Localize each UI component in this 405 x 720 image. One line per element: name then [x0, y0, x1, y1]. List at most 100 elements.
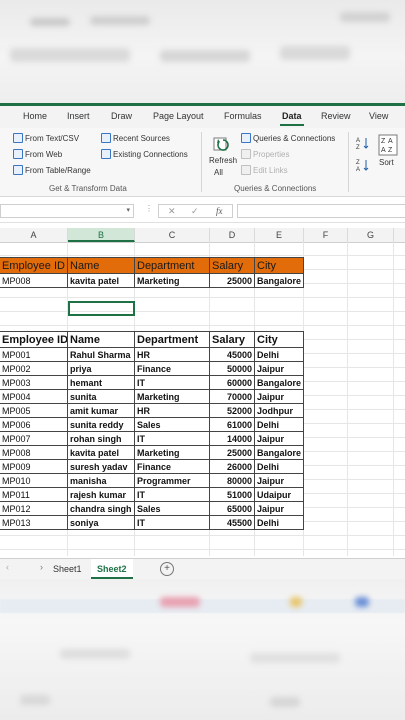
header-cell[interactable]: Salary	[210, 331, 255, 348]
tab-page-layout[interactable]: Page Layout	[153, 111, 204, 121]
cell-employee-id[interactable]: MP010	[0, 474, 68, 488]
cell-name[interactable]: Rahul Sharma	[68, 348, 135, 362]
edit-links-button[interactable]: Edit Links	[241, 165, 288, 175]
cell-city[interactable]: Delhi	[255, 418, 304, 432]
cell-department[interactable]: HR	[135, 404, 210, 418]
cell-employee-id[interactable]: MP013	[0, 516, 68, 530]
cell-name[interactable]: sunita reddy	[68, 418, 135, 432]
queries-connections-button[interactable]: Queries & Connections	[241, 133, 335, 143]
cancel-icon[interactable]: ✕	[168, 206, 176, 217]
sheet-tab-sheet1[interactable]: Sheet1	[47, 559, 88, 579]
column-header-f[interactable]: F	[304, 228, 348, 242]
cell-salary[interactable]: 45000	[210, 348, 255, 362]
cell-salary[interactable]: 25000	[210, 446, 255, 460]
cell-city[interactable]: Bangalore	[255, 274, 304, 288]
header-cell[interactable]: Employee ID	[0, 331, 68, 348]
tab-draw[interactable]: Draw	[111, 111, 132, 121]
cell-city[interactable]: Delhi	[255, 460, 304, 474]
tab-formulas[interactable]: Formulas	[224, 111, 262, 121]
header-cell[interactable]: Name	[68, 331, 135, 348]
cell-salary[interactable]: 51000	[210, 488, 255, 502]
tab-review[interactable]: Review	[321, 111, 351, 121]
column-header-d[interactable]: D	[210, 228, 255, 242]
cell-department[interactable]: Sales	[135, 502, 210, 516]
cell-name[interactable]: rajesh kumar	[68, 488, 135, 502]
header-cell[interactable]: City	[255, 257, 304, 274]
formula-input[interactable]	[237, 204, 405, 218]
cell-name[interactable]: amit kumar	[68, 404, 135, 418]
header-cell[interactable]: Department	[135, 331, 210, 348]
cell-department[interactable]: Marketing	[135, 446, 210, 460]
cell-employee-id[interactable]: MP004	[0, 390, 68, 404]
cell-department[interactable]: IT	[135, 376, 210, 390]
cell-name[interactable]: suresh yadav	[68, 460, 135, 474]
cell-salary[interactable]: 52000	[210, 404, 255, 418]
existing-connections-button[interactable]: Existing Connections	[101, 149, 188, 159]
cell-department[interactable]: Finance	[135, 460, 210, 474]
column-header-e[interactable]: E	[255, 228, 304, 242]
cell-department[interactable]: Sales	[135, 418, 210, 432]
cell-name[interactable]: kavita patel	[68, 446, 135, 460]
cell-salary[interactable]: 60000	[210, 376, 255, 390]
cell-employee-id[interactable]: MP008	[0, 274, 68, 288]
cell-name[interactable]: manisha	[68, 474, 135, 488]
sort-descending-icon[interactable]: Z A	[356, 158, 370, 172]
cell-city[interactable]: Jaipur	[255, 362, 304, 376]
cell-salary[interactable]: 14000	[210, 432, 255, 446]
sort-button[interactable]: Z A A Z Sort	[376, 132, 400, 172]
cell-city[interactable]: Delhi	[255, 348, 304, 362]
cell-city[interactable]: Jodhpur	[255, 404, 304, 418]
cell-department[interactable]: IT	[135, 432, 210, 446]
cell-name[interactable]: rohan singh	[68, 432, 135, 446]
add-sheet-icon[interactable]: +	[160, 562, 174, 576]
scroll-right-icon[interactable]: ›	[40, 562, 43, 572]
cell-employee-id[interactable]: MP003	[0, 376, 68, 390]
enter-icon[interactable]: ✓	[191, 206, 199, 217]
header-cell[interactable]: Department	[135, 257, 210, 274]
tab-home[interactable]: Home	[23, 111, 47, 121]
cell-city[interactable]: Udaipur	[255, 488, 304, 502]
worksheet-grid[interactable]: Employee ID Name Department Salary City …	[0, 242, 405, 556]
cell-department[interactable]: HR	[135, 348, 210, 362]
cell-department[interactable]: Marketing	[135, 274, 210, 288]
cell-department[interactable]: Marketing	[135, 390, 210, 404]
refresh-all-button[interactable]: Refresh All	[207, 132, 237, 180]
cell-name[interactable]: kavita patel	[68, 274, 135, 288]
cell-city[interactable]: Jaipur	[255, 474, 304, 488]
tab-insert[interactable]: Insert	[67, 111, 90, 121]
cell-employee-id[interactable]: MP008	[0, 446, 68, 460]
cell-employee-id[interactable]: MP011	[0, 488, 68, 502]
from-text-csv-button[interactable]: From Text/CSV	[13, 133, 79, 143]
column-header-a[interactable]: A	[0, 228, 68, 242]
cell-city[interactable]: Jaipur	[255, 390, 304, 404]
cell-employee-id[interactable]: MP005	[0, 404, 68, 418]
cell-employee-id[interactable]: MP012	[0, 502, 68, 516]
cell-employee-id[interactable]: MP007	[0, 432, 68, 446]
cell-name[interactable]: chandra singh	[68, 502, 135, 516]
tab-data[interactable]: Data	[280, 111, 303, 126]
sheet-tab-sheet2[interactable]: Sheet2	[91, 559, 133, 579]
tab-view[interactable]: View	[369, 111, 388, 121]
cell-employee-id[interactable]: MP009	[0, 460, 68, 474]
cell-department[interactable]: IT	[135, 488, 210, 502]
properties-button[interactable]: Properties	[241, 149, 289, 159]
cell-city[interactable]: Jaipur	[255, 502, 304, 516]
column-header-g[interactable]: G	[348, 228, 394, 242]
cell-salary[interactable]: 25000	[210, 274, 255, 288]
name-box[interactable]: ▾	[0, 204, 134, 218]
cell-employee-id[interactable]: MP002	[0, 362, 68, 376]
sort-ascending-icon[interactable]: A Z	[356, 136, 370, 150]
cell-salary[interactable]: 45500	[210, 516, 255, 530]
cell-city[interactable]: Bangalore	[255, 376, 304, 390]
cell-salary[interactable]: 80000	[210, 474, 255, 488]
cell-salary[interactable]: 65000	[210, 502, 255, 516]
column-header-c[interactable]: C	[135, 228, 210, 242]
cell-department[interactable]: IT	[135, 516, 210, 530]
cell-salary[interactable]: 70000	[210, 390, 255, 404]
cell-name[interactable]: soniya	[68, 516, 135, 530]
cell-name[interactable]: priya	[68, 362, 135, 376]
from-web-button[interactable]: From Web	[13, 149, 62, 159]
scroll-left-icon[interactable]: ‹	[6, 562, 9, 572]
header-cell[interactable]: Employee ID	[0, 257, 68, 274]
cell-salary[interactable]: 50000	[210, 362, 255, 376]
